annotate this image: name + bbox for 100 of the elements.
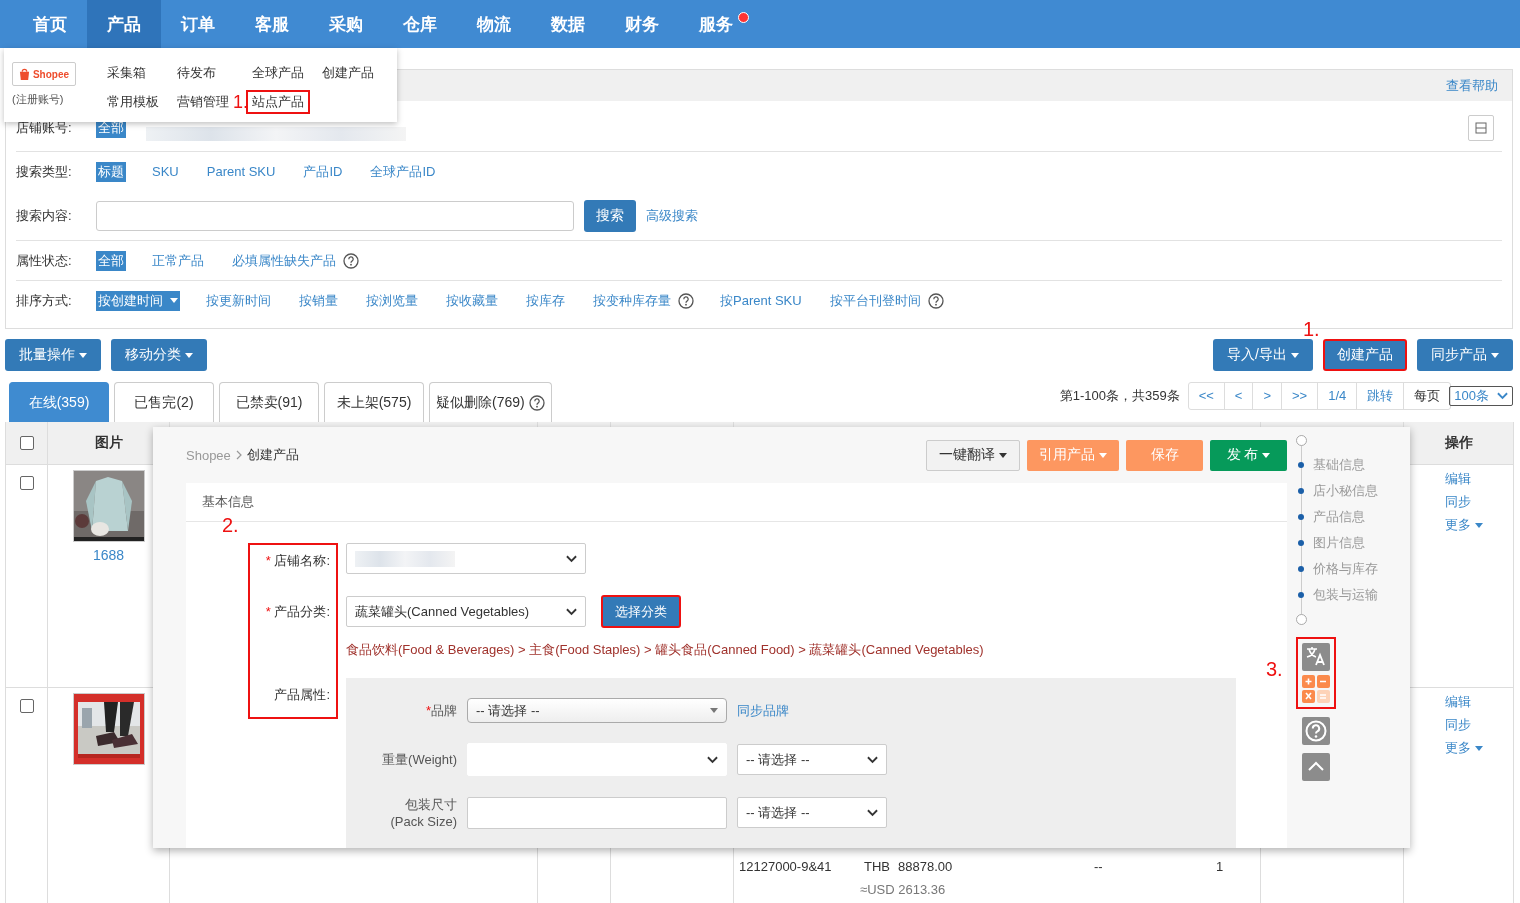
filter-option[interactable]: SKU bbox=[150, 163, 181, 180]
dropdown-field[interactable]: 蔬菜罐头(Canned Vegetables) bbox=[346, 596, 586, 627]
filter-option[interactable]: 按平台刊登时间 bbox=[827, 290, 923, 311]
section-link[interactable]: 图片信息 bbox=[1313, 534, 1365, 552]
page-size-select[interactable]: 100条 bbox=[1449, 386, 1513, 406]
dropdown-field[interactable] bbox=[346, 543, 586, 574]
action-link[interactable]: 更多 bbox=[1445, 516, 1483, 534]
nav-tab[interactable]: 首页 bbox=[13, 0, 87, 48]
field-label: * 产品分类: bbox=[265, 604, 330, 619]
checkbox[interactable] bbox=[19, 699, 34, 713]
toolbar-button[interactable]: 批量操作 bbox=[5, 339, 101, 371]
filter-option[interactable]: 按变种库存量 bbox=[591, 290, 673, 311]
filter-option[interactable]: 标题 bbox=[96, 161, 126, 182]
filter-option[interactable]: 全部 bbox=[96, 250, 126, 271]
nav-tab[interactable]: 采购 bbox=[309, 0, 383, 48]
sync-brand-link[interactable]: 同步品牌 bbox=[737, 701, 789, 720]
search-field[interactable] bbox=[96, 200, 574, 231]
annotation-number: 1. bbox=[1303, 319, 1320, 339]
filter-option[interactable]: Parent SKU bbox=[204, 163, 278, 180]
section-link[interactable]: 价格与库存 bbox=[1313, 560, 1378, 578]
pager-button[interactable]: 跳转 bbox=[1357, 383, 1405, 409]
action-link[interactable]: 同步 bbox=[1445, 493, 1471, 511]
collapse-button[interactable] bbox=[1468, 115, 1494, 141]
pager-button[interactable]: 1/4 bbox=[1318, 383, 1358, 409]
source-link[interactable]: 1688 bbox=[92, 547, 125, 563]
store-logo[interactable]: Shopee bbox=[12, 62, 76, 86]
select-category-button[interactable]: 选择分类 bbox=[601, 595, 681, 628]
field-label: * 店铺名称: bbox=[265, 553, 330, 568]
sku-text: 12127000-9&41 bbox=[739, 859, 833, 876]
menu-link[interactable]: 待发布 bbox=[171, 60, 222, 85]
search-button[interactable]: 搜索 bbox=[584, 199, 636, 232]
checkbox[interactable] bbox=[19, 436, 34, 450]
pager-button[interactable]: < bbox=[1224, 383, 1254, 409]
section-link[interactable]: 包装与运输 bbox=[1313, 586, 1378, 604]
help-link[interactable]: 查看帮助 bbox=[1446, 76, 1498, 95]
annotation-number: 3. bbox=[1266, 659, 1283, 679]
section-link[interactable]: 店小秘信息 bbox=[1313, 482, 1378, 500]
action-link[interactable]: 同步 bbox=[1445, 716, 1471, 734]
action-link[interactable]: 编辑 bbox=[1445, 470, 1471, 488]
pager-button[interactable]: >> bbox=[1282, 383, 1319, 409]
breadcrumb-item: 创建产品 bbox=[246, 446, 299, 464]
breadcrumb-item[interactable]: Shopee bbox=[186, 447, 231, 463]
category-path: 食品饮料(Food & Beverages) > 主食(Food Staples) > 罐头食品(Canned Food) > 蔬菜罐头(Canned Vegetables) bbox=[346, 641, 985, 659]
action-button[interactable]: 发 布 bbox=[1210, 439, 1287, 471]
filter-option[interactable]: 按更新时间 bbox=[204, 290, 273, 311]
nav-tab[interactable]: 财务 bbox=[605, 0, 679, 48]
menu-link[interactable]: 常用模板 bbox=[101, 89, 165, 114]
menu-link[interactable]: 全球产品 bbox=[246, 60, 310, 85]
dropdown-field[interactable]: -- 请选择 -- bbox=[467, 698, 727, 723]
toolbar-button[interactable]: 导入/导出 bbox=[1213, 339, 1313, 371]
section-link[interactable]: 基础信息 bbox=[1313, 456, 1365, 474]
nav-tab[interactable]: 订单 bbox=[161, 0, 235, 48]
nav-tab[interactable]: 产品 bbox=[87, 0, 161, 48]
action-button[interactable]: 引用产品 bbox=[1027, 439, 1119, 471]
filter-option[interactable]: 按Parent SKU bbox=[718, 290, 804, 311]
nav-tab[interactable]: 物流 bbox=[457, 0, 531, 48]
panel-icon bbox=[1475, 122, 1487, 134]
pager-button[interactable]: << bbox=[1188, 383, 1225, 409]
converted-price-text: ≈USD 2613.36 bbox=[860, 882, 947, 897]
filter-option[interactable]: 按浏览量 bbox=[364, 290, 420, 311]
toolbar-button[interactable]: 移动分类 bbox=[111, 339, 207, 371]
filter-option[interactable]: 按收藏量 bbox=[444, 290, 500, 311]
help-icon[interactable] bbox=[1302, 717, 1330, 745]
filter-option[interactable]: 全球产品ID bbox=[368, 161, 438, 182]
advanced-search-link[interactable]: 高级搜索 bbox=[646, 206, 698, 225]
filter-option[interactable]: 必填属性缺失产品 bbox=[230, 250, 338, 271]
filter-option[interactable]: 按创建时间 bbox=[96, 290, 180, 311]
filter-label: 店铺账号: bbox=[16, 119, 73, 137]
filter-option[interactable]: 按销量 bbox=[297, 290, 340, 311]
section-title: 基本信息 bbox=[202, 494, 254, 509]
nav-tab[interactable]: 客服 bbox=[235, 0, 309, 48]
action-button[interactable]: 一键翻译 bbox=[926, 439, 1020, 471]
dropdown-field[interactable]: -- 请选择 -- bbox=[737, 797, 887, 828]
section-link[interactable]: 产品信息 bbox=[1313, 508, 1365, 526]
translate-icon[interactable] bbox=[1302, 643, 1330, 671]
input-field[interactable] bbox=[467, 796, 727, 829]
toolbar-button[interactable]: 同步产品 bbox=[1417, 339, 1513, 371]
scroll-up-icon[interactable] bbox=[1302, 753, 1330, 781]
dropdown-field[interactable]: -- 请选择 -- bbox=[737, 744, 887, 775]
menu-link[interactable]: 营销管理 bbox=[171, 89, 235, 114]
status-tab[interactable]: 在线(359) bbox=[9, 382, 109, 422]
menu-link[interactable]: 站点产品 bbox=[246, 89, 310, 114]
field-label: 产品属性: bbox=[274, 687, 330, 702]
timeline-dot bbox=[1298, 566, 1304, 572]
filter-label: 搜索类型: bbox=[16, 162, 73, 181]
filter-label: 搜索内容: bbox=[16, 206, 73, 225]
nav-tab[interactable]: 服务 bbox=[679, 0, 753, 48]
calculator-icon[interactable] bbox=[1302, 675, 1330, 703]
nav-tab[interactable]: 仓库 bbox=[383, 0, 457, 48]
action-button[interactable]: 保存 bbox=[1126, 439, 1203, 471]
nav-tab[interactable]: 数据 bbox=[531, 0, 605, 48]
filter-option[interactable]: 产品ID bbox=[301, 161, 345, 182]
filter-option[interactable]: 正常产品 bbox=[150, 250, 206, 271]
filter-option[interactable]: 按库存 bbox=[524, 290, 567, 311]
menu-link[interactable]: 创建产品 bbox=[316, 60, 380, 85]
checkbox[interactable] bbox=[19, 476, 34, 490]
pager-button[interactable]: > bbox=[1253, 383, 1283, 409]
action-link[interactable]: 更多 bbox=[1445, 739, 1483, 757]
menu-link[interactable]: 采集箱 bbox=[101, 60, 152, 85]
action-link[interactable]: 编辑 bbox=[1445, 693, 1471, 711]
